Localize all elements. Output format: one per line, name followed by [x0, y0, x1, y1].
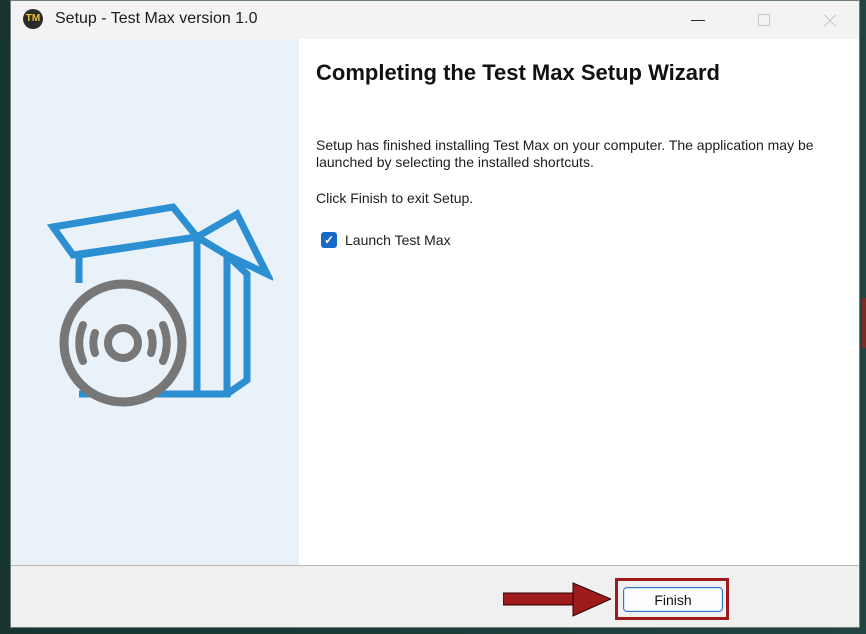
test-max-app-icon: TM	[23, 9, 43, 29]
desktop-background: TM Setup - Test Max version 1.0 Completi…	[0, 0, 866, 634]
launch-test-max-label[interactable]: Launch Test Max	[345, 232, 451, 248]
wizard-content: Completing the Test Max Setup Wizard Set…	[299, 39, 859, 565]
check-icon: ✓	[323, 233, 335, 247]
desktop-accent	[862, 298, 866, 348]
setup-finished-message: Setup has finished installing Test Max o…	[316, 137, 814, 170]
launch-test-max-option[interactable]: ✓ Launch Test Max	[321, 232, 451, 248]
software-box-cd-icon	[47, 203, 273, 407]
exit-instruction: Click Finish to exit Setup.	[316, 190, 474, 206]
close-button[interactable]	[807, 1, 853, 39]
window-title: Setup - Test Max version 1.0	[55, 10, 258, 27]
maximize-button[interactable]	[741, 1, 787, 39]
setup-window: TM Setup - Test Max version 1.0 Completi…	[10, 0, 860, 628]
launch-test-max-checkbox[interactable]: ✓	[321, 232, 337, 248]
minimize-button[interactable]	[675, 1, 721, 39]
finish-button[interactable]: Finish	[623, 587, 723, 612]
red-arrow-icon	[503, 582, 611, 617]
wizard-side-panel	[11, 39, 299, 565]
wizard-heading: Completing the Test Max Setup Wizard	[316, 60, 720, 85]
wizard-footer: Finish	[11, 565, 859, 627]
finish-button-highlight: Finish	[615, 578, 729, 620]
title-bar[interactable]: TM Setup - Test Max version 1.0	[11, 1, 859, 39]
